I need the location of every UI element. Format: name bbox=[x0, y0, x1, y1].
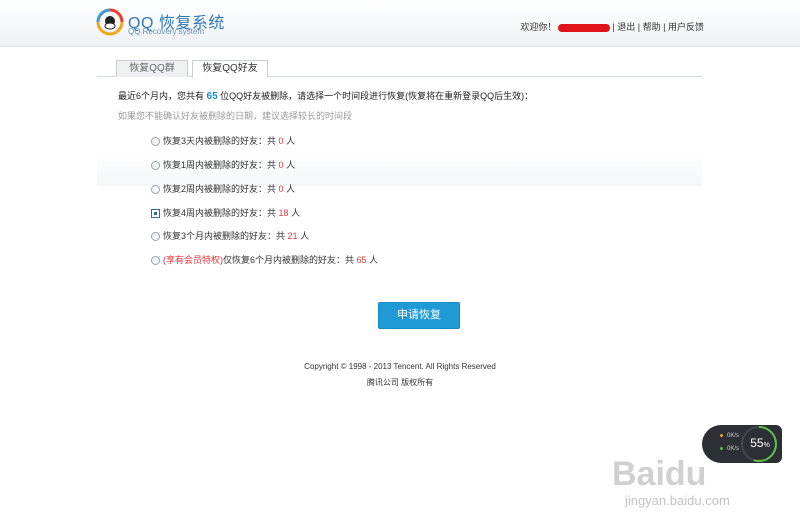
option-6-months-vip[interactable]: (享有会员特权)仅恢复6个月内被删除的好友：共 65 人 bbox=[151, 253, 378, 267]
top-header: QQ 恢复系统 QQ Recovery system 欢迎你！ | 退出 | 帮助… bbox=[0, 0, 800, 47]
qq-recovery-logo-icon bbox=[96, 8, 124, 36]
option-3-months[interactable]: 恢复3个月内被删除的好友：共 21 人 bbox=[151, 229, 309, 243]
option-2-weeks[interactable]: 恢复2周内被删除的好友：共 0 人 bbox=[151, 182, 295, 196]
radio-button-checked[interactable] bbox=[151, 209, 160, 219]
redacted-username bbox=[558, 23, 611, 32]
radio-button[interactable] bbox=[151, 185, 160, 195]
option-1-week[interactable]: 恢复1周内被删除的好友：共 0 人 bbox=[151, 158, 295, 172]
download-dot-icon bbox=[720, 446, 723, 450]
feedback-link[interactable]: 用户反馈 bbox=[668, 22, 704, 32]
radio-button[interactable] bbox=[151, 161, 160, 171]
hint-text: 如果您不能确认好友被删除的日期，建议选择较长的时间段 bbox=[118, 111, 353, 121]
option-3-days[interactable]: 恢复3天内被删除的好友：共 0 人 bbox=[151, 134, 295, 148]
help-link[interactable]: 帮助 bbox=[643, 22, 661, 32]
radio-button[interactable] bbox=[151, 137, 160, 147]
baidu-watermark: Baidu bbox=[612, 455, 707, 493]
tab-recover-group[interactable]: 恢复QQ群 bbox=[116, 60, 188, 77]
upload-dot-icon bbox=[720, 433, 723, 437]
radio-button[interactable] bbox=[151, 232, 160, 242]
download-speed: 0K/s bbox=[720, 446, 739, 452]
intro-text: 最近6个月内，您共有 65 位QQ好友被删除，请选择一个时间段进行恢复(恢复将在… bbox=[118, 91, 534, 102]
user-menu: 欢迎你！ | 退出 | 帮助 | 用户反馈 bbox=[520, 22, 704, 32]
memory-percent: 55% bbox=[750, 436, 770, 450]
tab-recover-friends[interactable]: 恢复QQ好友 bbox=[192, 60, 268, 78]
baidu-watermark-url: jingyan.baidu.com bbox=[625, 493, 730, 508]
deleted-friend-count: 65 bbox=[206, 91, 218, 102]
welcome-text: 欢迎你！ bbox=[520, 22, 557, 32]
company-text: 腾讯公司 版权所有 bbox=[366, 378, 434, 387]
vip-badge-text: (享有会员特权) bbox=[163, 255, 223, 265]
option-4-weeks[interactable]: 恢复4周内被删除的好友：共 18 人 bbox=[151, 206, 300, 220]
copyright-text: Copyright © 1998 - 2013 Tencent. All Rig… bbox=[304, 362, 496, 371]
logout-link[interactable]: 退出 bbox=[617, 22, 635, 32]
apply-recovery-button[interactable]: 申请恢复 bbox=[378, 302, 460, 329]
app-subtitle: QQ Recovery system bbox=[128, 27, 205, 36]
radio-button[interactable] bbox=[151, 256, 160, 266]
upload-speed: 0K/s bbox=[720, 433, 739, 439]
